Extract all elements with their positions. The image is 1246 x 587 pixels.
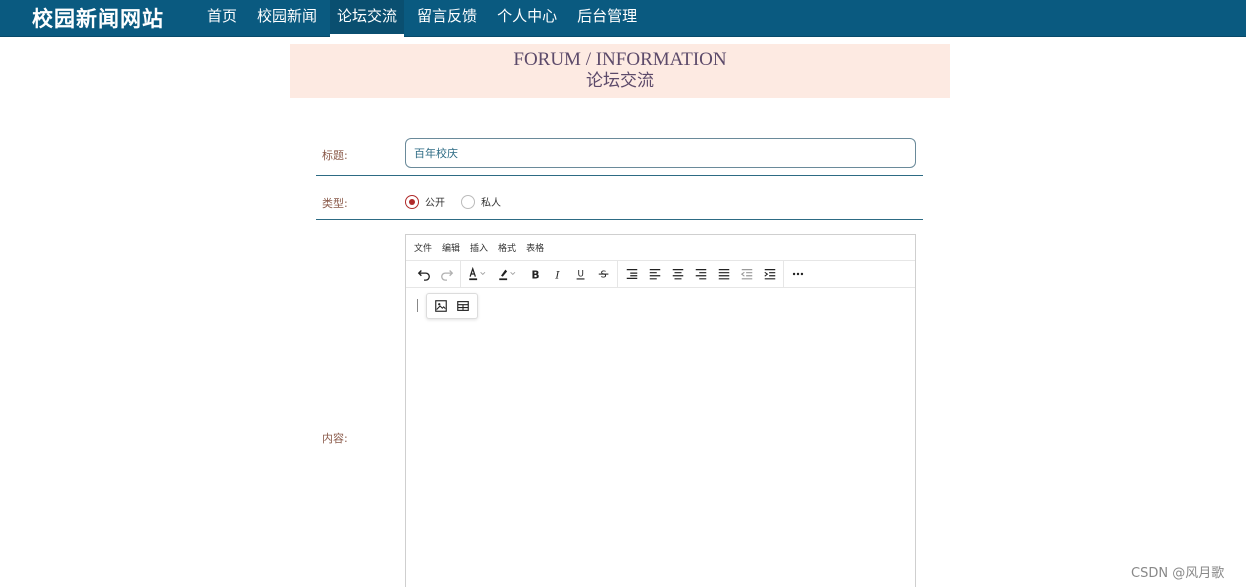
nav-item-home[interactable]: 首页 — [200, 0, 244, 37]
align-group — [618, 260, 784, 288]
text-caret — [417, 299, 418, 312]
history-group — [410, 260, 461, 288]
top-navbar: 校园新闻网站 首页 校园新闻 论坛交流 留言反馈 个人中心 后台管理 — [0, 0, 1246, 37]
svg-text:I: I — [554, 269, 560, 281]
radio-public-indicator[interactable] — [405, 194, 419, 209]
radio-public-label: 公开 — [425, 198, 445, 209]
type-label: 类型: — [322, 197, 348, 210]
banner-title-en: FORUM / INFORMATION — [513, 49, 727, 70]
content-label: 内容: — [322, 432, 348, 445]
radio-private-label: 私人 — [481, 198, 501, 209]
redo-icon[interactable] — [435, 263, 458, 285]
outdent-icon[interactable] — [735, 263, 758, 285]
radio-private-indicator[interactable] — [461, 194, 475, 209]
format-group: B I U S — [461, 260, 618, 288]
menu-format[interactable]: 格式 — [498, 241, 516, 254]
title-label: 标题: — [322, 149, 348, 162]
strikethrough-icon[interactable]: S — [592, 263, 615, 285]
menu-insert[interactable]: 插入 — [470, 241, 488, 254]
table-icon[interactable] — [453, 295, 473, 317]
align-center-icon[interactable] — [666, 263, 689, 285]
banner-title-cn: 论坛交流 — [586, 71, 654, 91]
row-divider — [316, 219, 923, 220]
section-banner: FORUM / INFORMATION 论坛交流 — [290, 44, 950, 98]
more-group — [784, 261, 811, 288]
quick-insert-popup — [426, 293, 478, 319]
nav-item-forum[interactable]: 论坛交流 — [330, 0, 405, 37]
nav-item-campus-news[interactable]: 校园新闻 — [250, 0, 324, 37]
italic-icon[interactable]: I — [546, 263, 569, 285]
title-input[interactable] — [405, 138, 916, 168]
radio-public[interactable]: 公开 — [405, 194, 445, 209]
editor-content-area[interactable] — [406, 288, 915, 587]
menu-file[interactable]: 文件 — [414, 241, 432, 254]
image-icon[interactable] — [431, 295, 451, 317]
align-left-icon[interactable] — [643, 263, 666, 285]
menu-table[interactable]: 表格 — [526, 241, 544, 254]
more-icon[interactable] — [786, 263, 809, 285]
indent-icon[interactable] — [758, 263, 781, 285]
svg-text:B: B — [531, 269, 539, 281]
line-height-icon[interactable] — [620, 263, 643, 285]
bold-icon[interactable]: B — [523, 263, 546, 285]
main-nav: 首页 校园新闻 论坛交流 留言反馈 个人中心 后台管理 — [200, 0, 650, 37]
radio-private[interactable]: 私人 — [461, 194, 501, 209]
site-title[interactable]: 校园新闻网站 — [32, 3, 164, 33]
row-divider — [316, 175, 923, 176]
svg-text:U: U — [577, 270, 583, 280]
editor-menubar: 文件 编辑 插入 格式 表格 — [406, 235, 915, 261]
highlight-color-icon[interactable] — [493, 263, 523, 285]
menu-edit[interactable]: 编辑 — [442, 241, 460, 254]
underline-icon[interactable]: U — [569, 263, 592, 285]
nav-item-feedback[interactable]: 留言反馈 — [410, 0, 484, 37]
rich-text-editor: 文件 编辑 插入 格式 表格 B I U S — [405, 234, 916, 587]
watermark: CSDN @风月歌 — [1131, 566, 1225, 581]
align-right-icon[interactable] — [689, 263, 712, 285]
undo-icon[interactable] — [412, 263, 435, 285]
nav-item-user-center[interactable]: 个人中心 — [490, 0, 564, 37]
type-radio-group: 公开 私人 — [405, 194, 517, 209]
text-color-icon[interactable] — [463, 263, 493, 285]
editor-toolbar: B I U S — [406, 260, 915, 288]
align-justify-icon[interactable] — [712, 263, 735, 285]
svg-text:S: S — [600, 270, 606, 281]
nav-item-admin[interactable]: 后台管理 — [570, 0, 644, 37]
